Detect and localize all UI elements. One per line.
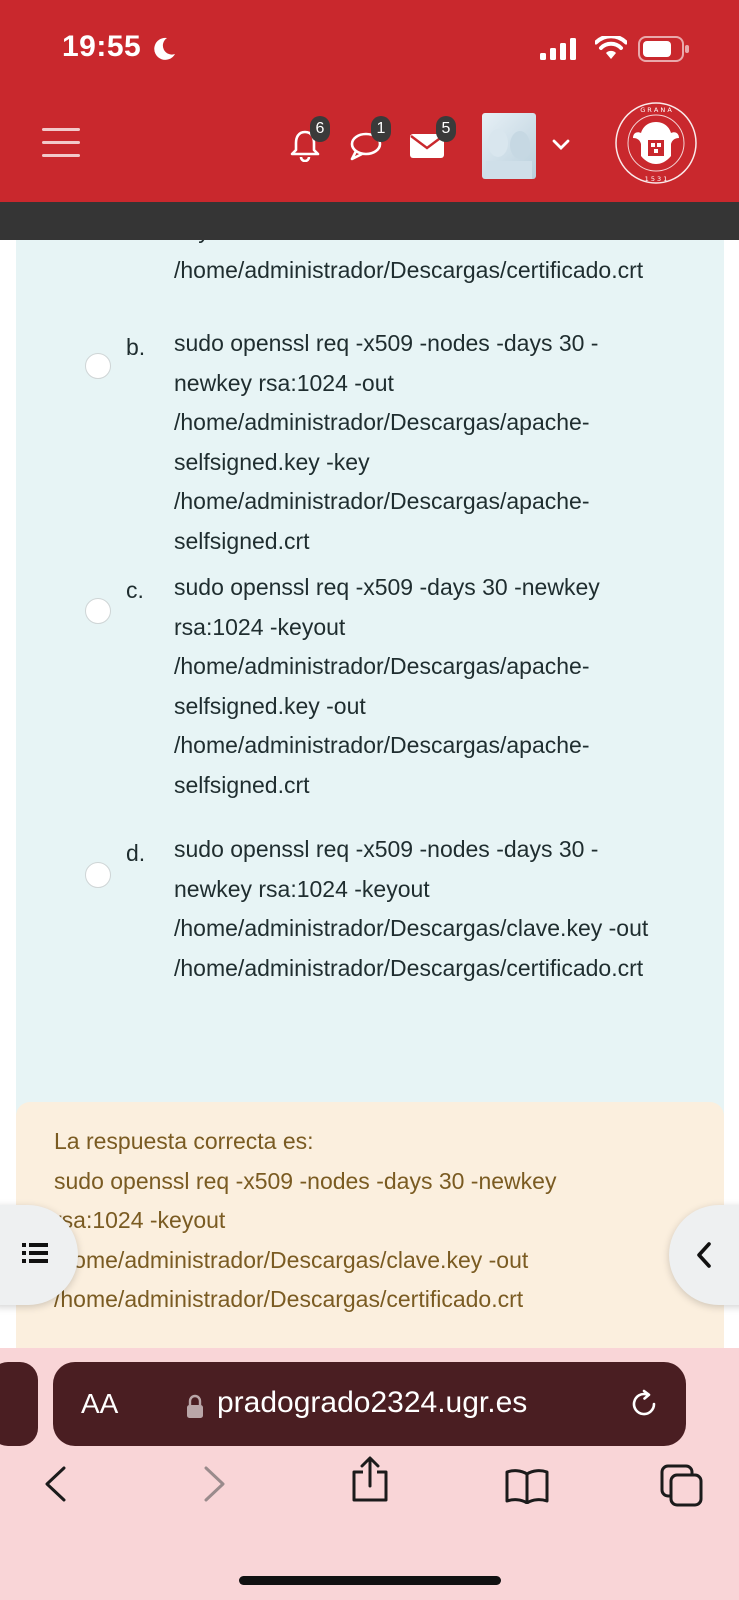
reload-icon[interactable] (628, 1388, 660, 1420)
chevron-down-icon[interactable] (552, 139, 570, 151)
app-header: 19:55 6 1 5 G R A N A 1 5 3 1 (0, 0, 739, 202)
previous-tab-preview[interactable] (0, 1362, 38, 1446)
share-button[interactable] (350, 1456, 390, 1502)
option-b-label: b. (126, 334, 146, 360)
option-d-text[interactable]: sudo openssl req -x509 -nodes -days 30 -… (174, 830, 648, 988)
home-indicator (239, 1576, 501, 1585)
mail-badge: 5 (436, 116, 456, 142)
text-size-label: AA (81, 1388, 119, 1419)
wifi-icon (595, 36, 627, 59)
mail-button[interactable]: 5 (409, 116, 456, 163)
radio-option-b[interactable] (85, 353, 111, 379)
option-c-label: c. (126, 577, 144, 603)
notifications-badge: 6 (310, 116, 330, 142)
battery-icon (638, 36, 689, 62)
feedback-text: La respuesta correcta es: sudo openssl r… (54, 1128, 557, 1312)
text-size-button[interactable]: AA (81, 1388, 118, 1420)
forward-button[interactable] (202, 1466, 228, 1502)
correct-answer-feedback: La respuesta correcta es: sudo openssl r… (16, 1102, 724, 1348)
browser-toolbar: AA pradogrado2324.ugr.es (0, 1348, 739, 1600)
address-bar[interactable]: AA pradogrado2324.ugr.es (53, 1362, 686, 1446)
svg-text:1 5 3 1: 1 5 3 1 (645, 175, 668, 183)
signal-icon (540, 38, 576, 60)
messages-badge: 1 (371, 116, 391, 142)
tabs-button[interactable] (660, 1464, 704, 1508)
option-b-text[interactable]: sudo openssl req -x509 -nodes -days 30 -… (174, 324, 598, 561)
svg-text:G R A N A: G R A N A (640, 106, 672, 114)
user-avatar[interactable] (482, 113, 536, 179)
lock-icon (187, 1394, 203, 1418)
bookmarks-button[interactable] (504, 1468, 550, 1504)
university-seal-logo: G R A N A 1 5 3 1 (615, 102, 697, 184)
avatar-image (486, 129, 532, 179)
notifications-button[interactable]: 6 (288, 116, 330, 166)
radio-option-d[interactable] (85, 862, 111, 888)
chevron-left-icon (697, 1242, 711, 1268)
url-text[interactable]: pradogrado2324.ugr.es (217, 1386, 527, 1420)
messages-button[interactable]: 1 (349, 116, 391, 166)
radio-option-c[interactable] (85, 598, 111, 624)
menu-button[interactable] (42, 128, 80, 158)
course-nav-bar (0, 202, 739, 240)
option-a-partial-text: keyout /home/administrador/Descargas/cer… (174, 240, 644, 283)
moon-icon (154, 37, 175, 60)
list-icon (22, 1243, 48, 1263)
quiz-review-content: keyout /home/administrador/Descargas/cer… (0, 240, 739, 1348)
status-time: 19:55 (62, 30, 142, 63)
option-d-label: d. (126, 840, 146, 866)
option-c-text[interactable]: sudo openssl req -x509 -days 30 -newkey … (174, 568, 600, 805)
back-button[interactable] (42, 1466, 68, 1502)
